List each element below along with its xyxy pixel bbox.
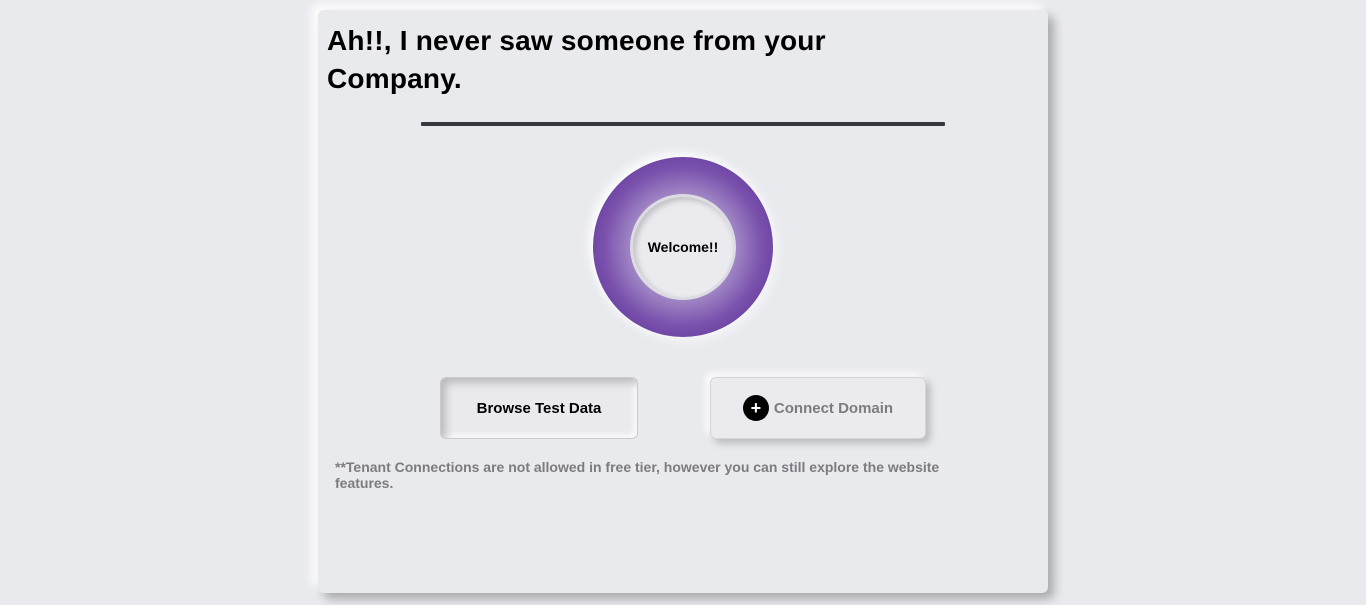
welcome-label: Welcome!! [633, 197, 733, 297]
browse-test-data-button[interactable]: Browse Test Data [440, 377, 638, 439]
title-divider [421, 122, 945, 126]
connect-domain-button[interactable]: + Connect Domain [710, 377, 926, 439]
welcome-ring: Welcome!! [593, 157, 773, 337]
browse-test-data-label: Browse Test Data [476, 399, 602, 417]
free-tier-note: **Tenant Connections are not allowed in … [335, 459, 940, 491]
page-title: Ah!!, I never saw someone from your Comp… [327, 25, 826, 94]
welcome-card: Ah!!, I never saw someone from your Comp… [318, 10, 1048, 593]
plus-circle-icon: + [742, 395, 769, 421]
connect-domain-label: Connect Domain [773, 399, 894, 417]
